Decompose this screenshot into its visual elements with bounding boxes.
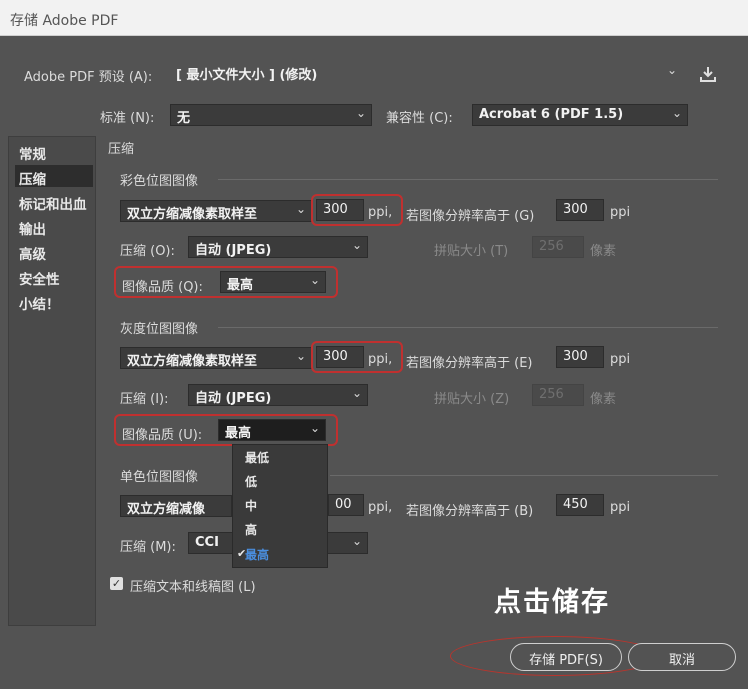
color-tile-label: 拼贴大小 (T) bbox=[434, 244, 509, 259]
quality-option-highest[interactable]: 最高 bbox=[245, 546, 269, 563]
sidebar-item-general[interactable]: 常规 bbox=[19, 143, 46, 163]
gray-compression-label: 压缩 (I): bbox=[120, 392, 169, 407]
preset-select[interactable]: [ 最小文件大小 ] (修改) ⌄ bbox=[170, 62, 682, 84]
mono-ppi-input[interactable]: 00 bbox=[328, 494, 364, 516]
chevron-down-icon: ⌄ bbox=[295, 202, 306, 216]
mono-compression-label: 压缩 (M): bbox=[120, 540, 176, 555]
compatibility-select[interactable]: Acrobat 6 (PDF 1.5) ⌄ bbox=[472, 104, 688, 126]
compatibility-value: Acrobat 6 (PDF 1.5) bbox=[479, 107, 624, 122]
gray-ppi-input[interactable]: 300 bbox=[316, 346, 364, 368]
gray-quality-select[interactable]: 最高 ⌄ bbox=[218, 419, 326, 441]
gray-sampling-value: 双立方缩减像素取样至 bbox=[127, 354, 258, 369]
divider bbox=[218, 327, 718, 328]
color-quality-select[interactable]: 最高 ⌄ bbox=[220, 271, 326, 293]
preset-value: [ 最小文件大小 ] (修改) bbox=[176, 68, 318, 83]
mono-sampling-select[interactable]: 双立方缩减像 bbox=[120, 495, 232, 517]
mono-threshold-unit: ppi bbox=[610, 500, 631, 515]
save-pdf-button[interactable]: 存储 PDF(S) bbox=[510, 643, 622, 671]
chevron-down-icon: ⌄ bbox=[671, 106, 682, 120]
gray-sampling-select[interactable]: 双立方缩减像素取样至 ⌄ bbox=[120, 347, 312, 369]
color-sampling-select[interactable]: 双立方缩减像素取样至 ⌄ bbox=[120, 200, 312, 222]
mono-compression-value: CCI bbox=[195, 535, 219, 550]
color-quality-value: 最高 bbox=[227, 278, 254, 293]
gray-quality-value: 最高 bbox=[225, 426, 252, 441]
sidebar: 常规 压缩 标记和出血 输出 高级 安全性 小结！ bbox=[8, 136, 96, 626]
gray-ppi-unit: ppi, bbox=[368, 352, 393, 367]
gray-compression-value: 自动 (JPEG) bbox=[195, 391, 272, 406]
window-title: 存储 Adobe PDF bbox=[0, 0, 748, 36]
standard-label: 标准 (N): bbox=[100, 111, 155, 126]
quality-option-medium[interactable]: 中 bbox=[245, 497, 257, 514]
gray-tile-unit: 像素 bbox=[590, 392, 617, 407]
compatibility-label: 兼容性 (C): bbox=[386, 111, 453, 126]
color-quality-label: 图像品质 (Q): bbox=[122, 280, 203, 295]
quality-dropdown-menu: 最低 低 中 高 ✔ 最高 bbox=[232, 444, 328, 568]
color-ppi-unit: ppi, bbox=[368, 205, 393, 220]
gray-threshold-input[interactable]: 300 bbox=[556, 346, 604, 368]
divider bbox=[218, 179, 718, 180]
chevron-down-icon: ⌄ bbox=[309, 421, 320, 435]
chevron-down-icon: ⌄ bbox=[295, 349, 306, 363]
color-threshold-input[interactable]: 300 bbox=[556, 199, 604, 221]
color-compression-value: 自动 (JPEG) bbox=[195, 243, 272, 258]
sidebar-item-output[interactable]: 输出 bbox=[19, 218, 46, 238]
color-ppi-input[interactable]: 300 bbox=[316, 199, 364, 221]
chevron-down-icon: ⌄ bbox=[351, 386, 362, 400]
color-tile-input[interactable]: 256 bbox=[532, 236, 584, 258]
chevron-down-icon: ⌄ bbox=[351, 534, 362, 548]
color-threshold-unit: ppi bbox=[610, 205, 631, 220]
gray-threshold-label: 若图像分辨率高于 (E) bbox=[406, 356, 533, 371]
standard-select[interactable]: 无 ⌄ bbox=[170, 104, 372, 126]
gray-threshold-unit: ppi bbox=[610, 352, 631, 367]
quality-option-lowest[interactable]: 最低 bbox=[245, 449, 269, 466]
gray-tile-input[interactable]: 256 bbox=[532, 384, 584, 406]
chevron-down-icon: ⌄ bbox=[351, 238, 362, 252]
divider bbox=[330, 475, 718, 476]
compress-text-checkbox[interactable]: ✓ bbox=[110, 577, 123, 590]
standard-value: 无 bbox=[177, 111, 191, 126]
cancel-button[interactable]: 取消 bbox=[628, 643, 736, 671]
annotation-text: 点击储存 bbox=[494, 587, 610, 618]
mono-threshold-label: 若图像分辨率高于 (B) bbox=[406, 504, 534, 519]
quality-option-low[interactable]: 低 bbox=[245, 473, 257, 490]
sidebar-item-advanced[interactable]: 高级 bbox=[19, 243, 46, 263]
mono-sampling-value: 双立方缩减像 bbox=[127, 502, 206, 517]
gray-bitmap-title: 灰度位图图像 bbox=[120, 322, 199, 337]
compress-text-label: 压缩文本和线稿图 (L) bbox=[130, 580, 256, 595]
save-preset-icon[interactable] bbox=[698, 64, 718, 84]
color-tile-unit: 像素 bbox=[590, 244, 617, 259]
mono-ppi-unit: ppi, bbox=[368, 500, 393, 515]
mono-threshold-input[interactable]: 450 bbox=[556, 494, 604, 516]
gray-tile-label: 拼贴大小 (Z) bbox=[434, 392, 510, 407]
section-title: 压缩 bbox=[108, 142, 135, 157]
color-sampling-value: 双立方缩减像素取样至 bbox=[127, 207, 258, 222]
chevron-down-icon: ⌄ bbox=[355, 106, 366, 120]
color-bitmap-title: 彩色位图图像 bbox=[120, 174, 199, 189]
sidebar-item-compression[interactable]: 压缩 bbox=[19, 168, 46, 188]
color-threshold-label: 若图像分辨率高于 (G) bbox=[406, 209, 535, 224]
gray-compression-select[interactable]: 自动 (JPEG) ⌄ bbox=[188, 384, 368, 406]
quality-option-high[interactable]: 高 bbox=[245, 521, 257, 538]
color-compression-label: 压缩 (O): bbox=[120, 244, 175, 259]
preset-label: Adobe PDF 预设 (A): bbox=[24, 70, 153, 85]
chevron-down-icon: ⌄ bbox=[666, 63, 677, 77]
chevron-down-icon: ⌄ bbox=[309, 273, 320, 287]
sidebar-item-marks-bleeds[interactable]: 标记和出血 bbox=[19, 193, 87, 213]
sidebar-item-security[interactable]: 安全性 bbox=[19, 268, 60, 288]
gray-quality-label: 图像品质 (U): bbox=[122, 428, 203, 443]
mono-bitmap-title: 单色位图图像 bbox=[120, 470, 199, 485]
color-compression-select[interactable]: 自动 (JPEG) ⌄ bbox=[188, 236, 368, 258]
sidebar-item-summary[interactable]: 小结！ bbox=[19, 293, 60, 313]
